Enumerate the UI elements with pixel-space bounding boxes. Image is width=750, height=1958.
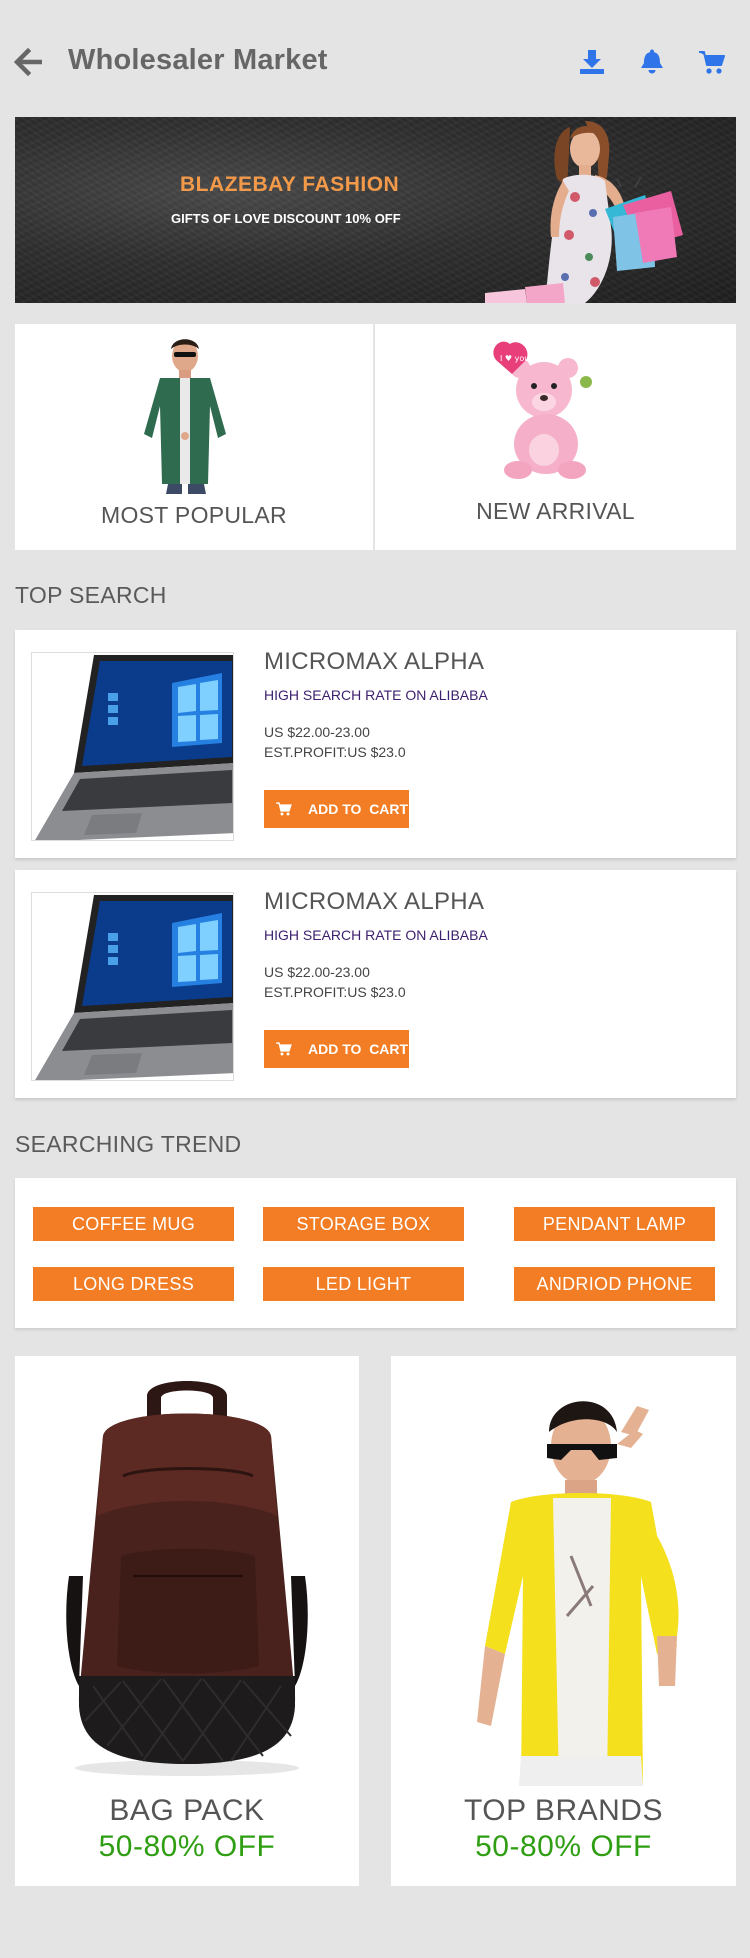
product-image xyxy=(31,892,234,1081)
product-name[interactable]: MICROMAX ALPHA xyxy=(264,888,484,916)
product-image xyxy=(31,652,234,841)
product-card[interactable]: MICROMAX ALPHA HIGH SEARCH RATE ON ALIBA… xyxy=(15,630,736,858)
promo-top-brands[interactable]: TOP BRANDS 50-80% OFF xyxy=(391,1356,736,1886)
man-in-green-shirt-image xyxy=(144,339,226,494)
promo-title: TOP BRANDS xyxy=(464,1794,663,1827)
section-title-searching-trend: SEARCHING TREND xyxy=(15,1131,242,1157)
promo-bag-pack[interactable]: BAG PACK 50-80% OFF xyxy=(15,1356,359,1886)
trend-tag[interactable]: LONG DRESS xyxy=(33,1267,234,1301)
app-header: Wholesaler Market xyxy=(0,0,750,118)
laptop-image xyxy=(35,655,233,840)
product-profit: EST.PROFIT:US $23.0 xyxy=(264,984,406,1000)
trend-tag[interactable]: PENDANT LAMP xyxy=(514,1207,715,1241)
trend-tag[interactable]: COFFEE MUG xyxy=(33,1207,234,1241)
trend-tag[interactable]: STORAGE BOX xyxy=(263,1207,464,1241)
product-profit: EST.PROFIT:US $23.0 xyxy=(264,744,406,760)
back-arrow-icon[interactable] xyxy=(14,48,44,76)
svg-text:I ♥ you: I ♥ you xyxy=(500,354,529,363)
product-price: US $22.00-23.00 xyxy=(264,724,370,740)
category-label: NEW ARRIVAL xyxy=(476,498,635,524)
promo-banner[interactable]: BLAZEBAY FASHION GIFTS OF LOVE DISCOUNT … xyxy=(15,117,736,303)
searching-trend-card: COFFEE MUG STORAGE BOX PENDANT LAMP LONG… xyxy=(15,1178,736,1328)
category-label: MOST POPULAR xyxy=(101,502,287,528)
promo-offer: 50-80% OFF xyxy=(98,1830,276,1863)
bell-icon[interactable] xyxy=(638,48,666,76)
category-most-popular[interactable]: MOST POPULAR xyxy=(15,324,373,550)
product-price: US $22.00-23.00 xyxy=(264,964,370,980)
page-title: Wholesaler Market xyxy=(68,44,328,76)
add-to-cart-label: ADD TO CART xyxy=(308,801,409,817)
man-in-yellow-shirt-image xyxy=(477,1401,679,1786)
backpack-image xyxy=(66,1381,308,1776)
product-search-rate: HIGH SEARCH RATE ON ALIBABA xyxy=(264,687,488,703)
section-title-top-search: TOP SEARCH xyxy=(15,582,167,608)
banner-title: BLAZEBAY FASHION xyxy=(180,173,400,196)
add-to-cart-button[interactable]: ADD TO CART xyxy=(264,790,409,828)
woman-with-shopping-bags-image xyxy=(485,121,683,303)
promo-offer: 50-80% OFF xyxy=(475,1830,652,1863)
cart-icon xyxy=(276,1042,292,1056)
trend-tag[interactable]: ANDRIOD PHONE xyxy=(514,1267,715,1301)
download-icon[interactable] xyxy=(578,48,606,76)
trend-tag[interactable]: LED LIGHT xyxy=(263,1267,464,1301)
category-new-arrival[interactable]: I ♥ you NEW ARRIVAL xyxy=(375,324,736,550)
banner-subtitle: GIFTS OF LOVE DISCOUNT 10% OFF xyxy=(171,211,401,226)
add-to-cart-button[interactable]: ADD TO CART xyxy=(264,1030,409,1068)
pink-teddy-bear-image: I ♥ you xyxy=(493,341,592,479)
product-search-rate: HIGH SEARCH RATE ON ALIBABA xyxy=(264,927,488,943)
cart-icon xyxy=(276,802,292,816)
cart-icon[interactable] xyxy=(698,48,726,76)
add-to-cart-label: ADD TO CART xyxy=(308,1041,409,1057)
laptop-image xyxy=(35,895,233,1080)
product-name[interactable]: MICROMAX ALPHA xyxy=(264,648,484,676)
product-card[interactable]: MICROMAX ALPHA HIGH SEARCH RATE ON ALIBA… xyxy=(15,870,736,1098)
promo-title: BAG PACK xyxy=(109,1794,265,1827)
